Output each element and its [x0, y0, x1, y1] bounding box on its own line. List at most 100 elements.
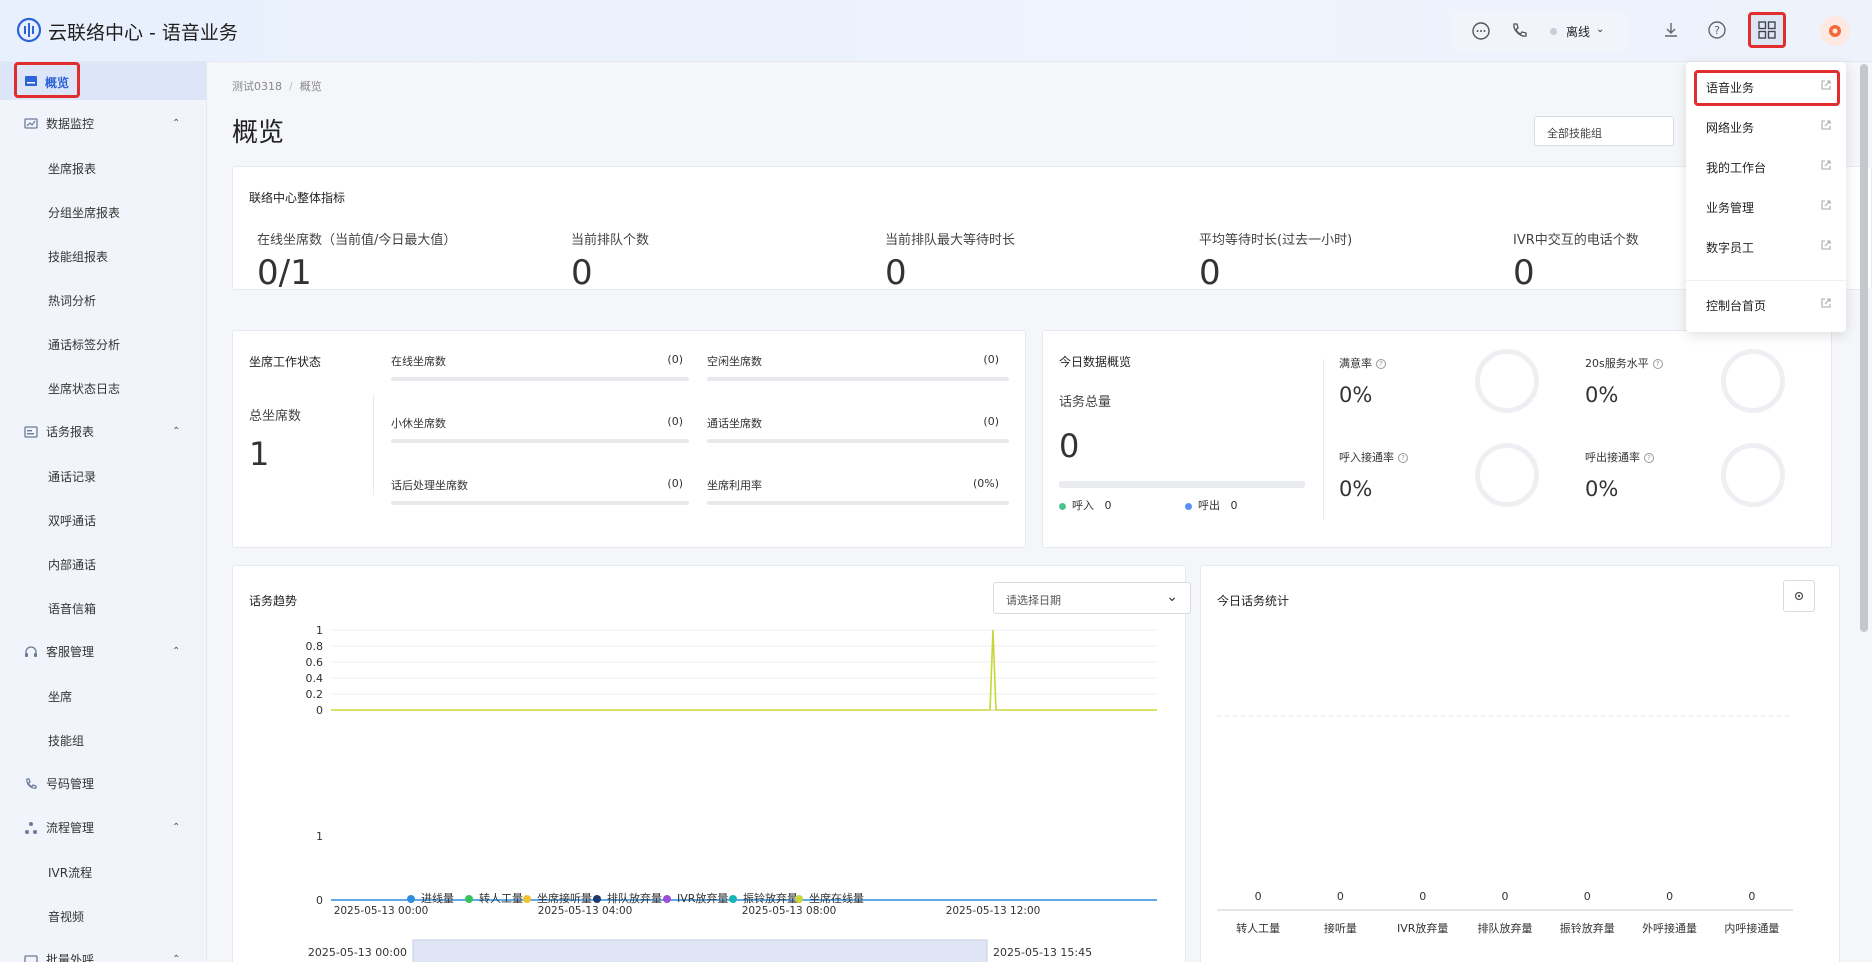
sidebar-item-skill-report[interactable]: 技能组报表 — [48, 248, 108, 265]
rate-ring — [1475, 443, 1539, 507]
menu-item-voice-business[interactable]: 语音业务 — [1686, 66, 1846, 106]
top-bar: 云联络中心 - 语音业务 离线 ⌄ ? — [0, 0, 1872, 62]
y-tick-label: 0.4 — [306, 672, 324, 685]
sidebar-item-call-records[interactable]: 通话记录 — [48, 468, 96, 485]
range-end-label: 2025-05-13 15:45 — [993, 946, 1092, 959]
sidebar-item-skill-group[interactable]: 技能组 — [48, 732, 84, 749]
user-avatar[interactable] — [1820, 16, 1850, 46]
menu-item-label: 网络业务 — [1706, 121, 1755, 135]
sidebar-item-agent[interactable]: 坐席 — [48, 688, 72, 705]
menu-item-console-home[interactable]: 控制台首页 — [1686, 284, 1846, 324]
sidebar-item-internal-call[interactable]: 内部通话 — [48, 556, 96, 573]
chevron-up-icon[interactable]: ⌃ — [172, 954, 180, 962]
sidebar-item-overview[interactable]: 概览 — [14, 62, 80, 98]
range-slider — [412, 939, 988, 962]
chat-icon[interactable] — [1470, 20, 1492, 42]
status-count: (0) — [667, 353, 683, 366]
status-bar — [707, 501, 1009, 505]
card-title: 坐席工作状态 — [249, 355, 322, 369]
help-icon[interactable]: ? — [1706, 19, 1728, 41]
chevron-up-icon[interactable]: ⌃ — [172, 822, 180, 833]
app-title: 云联络中心 - 语音业务 — [48, 22, 238, 44]
sidebar-item-group-agent-report[interactable]: 分组坐席报表 — [48, 204, 120, 221]
status-bar — [391, 439, 689, 443]
divider — [373, 395, 374, 495]
status-bar — [707, 377, 1009, 381]
skill-group-select[interactable]: 全部技能组 — [1534, 116, 1674, 146]
rate-label: 呼出接通率? — [1585, 449, 1654, 465]
sidebar-item-label: 概览 — [45, 76, 70, 90]
card-title: 今日数据概览 — [1059, 355, 1132, 369]
chevron-up-icon[interactable]: ⌃ — [172, 118, 180, 129]
rate-label: 20s服务水平? — [1585, 355, 1663, 371]
rate-label: 满意率? — [1339, 355, 1386, 371]
sidebar: 概览 数据监控 ⌃ 坐席报表 分组坐席报表 技能组报表 热词分析 通话标签分析 … — [0, 62, 207, 962]
y-tick-label: 1 — [316, 624, 323, 637]
flow-icon — [25, 822, 37, 834]
x-tick-label: IVR放弃量 — [1397, 921, 1448, 935]
phone-icon[interactable] — [1508, 20, 1530, 42]
total-calls-label: 话务总量 — [1059, 395, 1112, 410]
status-count: (0%) — [972, 477, 999, 490]
status-count: (0) — [667, 477, 683, 490]
bar-value-label: 0 — [1337, 890, 1344, 903]
menu-item-business-mgmt[interactable]: 业务管理 — [1686, 186, 1846, 226]
sidebar-item-hotword[interactable]: 热词分析 — [48, 292, 96, 309]
status-label: 小休坐席数 — [391, 417, 446, 430]
external-link-icon — [1821, 240, 1831, 250]
x-tick-label: 2025-05-13 08:00 — [742, 905, 837, 917]
sidebar-item-voicemail[interactable]: 语音信箱 — [48, 600, 96, 617]
apps-grid-icon — [1758, 21, 1776, 39]
sidebar-item-audio-video[interactable]: 音视频 — [48, 908, 84, 925]
status-indicator — [1550, 28, 1557, 35]
bar-value-label: 0 — [1748, 890, 1755, 903]
rate-ring — [1475, 349, 1539, 413]
chevron-down-icon[interactable]: ⌄ — [1596, 24, 1604, 35]
breadcrumb-item[interactable]: 测试0318 — [232, 80, 282, 93]
download-icon[interactable] — [1660, 19, 1682, 41]
status-bar — [391, 501, 689, 505]
y-tick-label: 0.2 — [306, 688, 324, 701]
menu-item-label: 数字员工 — [1706, 241, 1755, 255]
main-content: 测试0318/概览 概览 全部技能组 联络中心整体指标 在线坐席数（当前值/今日… — [208, 62, 1872, 962]
x-tick-label: 振铃放弃量 — [1560, 921, 1615, 935]
kpi-label: 在线坐席数（当前值/今日最大值） — [257, 233, 457, 248]
agent-status-select[interactable]: 离线 — [1566, 23, 1590, 40]
sidebar-group-label: 号码管理 — [46, 777, 95, 791]
menu-item-my-workbench[interactable]: 我的工作台 — [1686, 146, 1846, 186]
status-label: 话后处理坐席数 — [391, 479, 468, 492]
kpi-value: 0 — [1199, 253, 1221, 293]
agent-status-card: 坐席工作状态 总坐席数 1 在线坐席数 (0) 空闲坐席数 (0) 小休坐席数 … — [232, 330, 1026, 548]
sidebar-item-agent-report[interactable]: 坐席报表 — [48, 160, 96, 177]
overview-icon — [25, 76, 37, 86]
page-scrollbar[interactable] — [1860, 64, 1868, 632]
chevron-up-icon[interactable]: ⌃ — [172, 426, 180, 437]
report-icon — [24, 426, 38, 438]
sidebar-group-label: 话务报表 — [46, 425, 95, 439]
status-count: (0) — [983, 415, 999, 428]
chevron-up-icon[interactable]: ⌃ — [172, 646, 180, 657]
sidebar-item-dual-call[interactable]: 双呼通话 — [48, 512, 96, 529]
external-link-icon — [1821, 120, 1831, 130]
bar-value-label: 0 — [1419, 890, 1426, 903]
range-start-label: 2025-05-13 00:00 — [308, 946, 407, 959]
calls-bar — [1059, 481, 1305, 488]
status-count: (0) — [667, 415, 683, 428]
rate-value: 0% — [1339, 477, 1373, 501]
sidebar-item-ivr-flow[interactable]: IVR流程 — [48, 864, 92, 881]
menu-item-network-business[interactable]: 网络业务 — [1686, 106, 1846, 146]
trend-chart: 1 0.8 0.6 0.4 0.2 0 1 0 2025-05-13 00:00 2025-05-… — [306, 624, 1157, 962]
sidebar-group-label: 批量外呼 — [46, 953, 95, 962]
overall-metrics-card: 联络中心整体指标 在线坐席数（当前值/今日最大值） 0/1 当前排队个数 0 当… — [232, 166, 1872, 293]
page-title: 概览 — [232, 118, 285, 148]
menu-item-digital-employee[interactable]: 数字员工 — [1686, 226, 1846, 266]
sidebar-item-agent-status-log[interactable]: 坐席状态日志 — [48, 380, 120, 397]
total-agents-value: 1 — [249, 435, 270, 473]
series-line-online-agents — [331, 629, 1157, 711]
y-tick-label: 0 — [316, 894, 323, 907]
apps-grid-button[interactable] — [1748, 12, 1786, 48]
x-tick-label: 接听量 — [1324, 922, 1357, 935]
sidebar-item-call-tag[interactable]: 通话标签分析 — [48, 336, 120, 353]
help-icon: ? — [1652, 359, 1663, 369]
external-link-icon — [1821, 200, 1831, 210]
